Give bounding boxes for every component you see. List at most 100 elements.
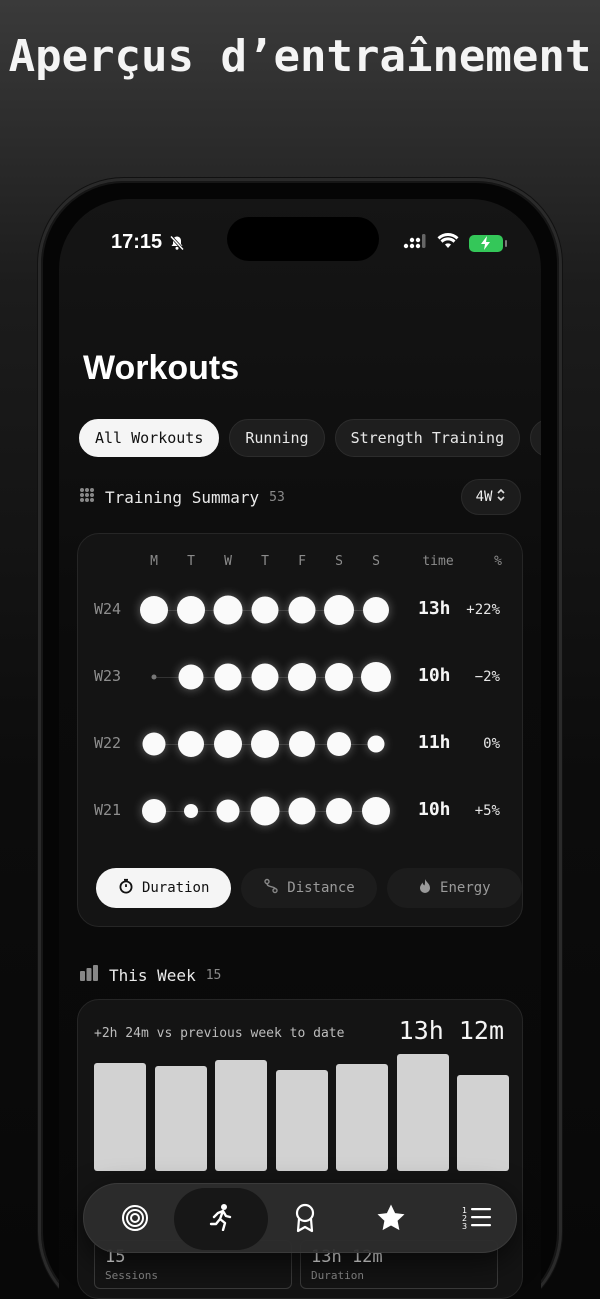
training-summary-card: M T W T F S S time % W24 13h +22% W23 10…	[77, 533, 523, 927]
range-selector[interactable]: 4W	[461, 479, 521, 515]
summary-count: 53	[269, 489, 285, 505]
list-icon: 123	[462, 1205, 492, 1235]
chevron-updown-icon	[496, 488, 506, 506]
tab-list[interactable]: 123	[452, 1195, 502, 1245]
filter-chips: All Workouts Running Strength Training	[79, 419, 541, 457]
timer-icon	[118, 878, 134, 898]
day-head: T	[187, 554, 195, 569]
day-dot	[362, 797, 390, 825]
tab-awards[interactable]	[280, 1195, 330, 1245]
this-week-title: This Week	[109, 965, 196, 985]
day-dot	[327, 732, 351, 756]
day-bar	[154, 1066, 207, 1171]
week-label: W22	[94, 734, 122, 752]
day-dot	[251, 596, 279, 624]
chip-more[interactable]	[530, 419, 541, 457]
day-dot	[214, 730, 242, 758]
metric-duration-button[interactable]: Duration	[96, 868, 232, 908]
status-time: 17:15	[111, 231, 163, 253]
this-week-card: +2h 24m vs previous week to date 13h 12m…	[77, 999, 523, 1299]
day-dot	[361, 662, 391, 692]
metric-label: Energy	[440, 880, 491, 896]
grid-icon	[79, 487, 95, 507]
day-head: M	[150, 554, 158, 569]
day-dot	[325, 663, 353, 691]
this-week-count: 15	[205, 967, 222, 983]
week-pct: +5%	[474, 803, 500, 819]
metric-distance-button[interactable]: Distance	[241, 868, 377, 908]
running-icon	[208, 1203, 234, 1235]
day-dot	[214, 663, 242, 691]
chip-running[interactable]: Running	[229, 419, 325, 457]
day-head: F	[298, 554, 306, 569]
week-pct: +22%	[466, 602, 500, 618]
day-dot	[251, 730, 279, 758]
week-total: 13h 12m	[398, 1016, 504, 1045]
day-dot	[326, 798, 352, 824]
day-dot	[251, 663, 279, 691]
week-label: W23	[94, 667, 122, 685]
day-bar	[457, 1075, 509, 1171]
award-icon	[293, 1203, 317, 1237]
route-icon	[263, 878, 279, 898]
day-dot	[288, 797, 316, 825]
phone-screen: 17:15 Workouts All Workouts Running Stre…	[59, 199, 541, 1299]
training-summary-header: Training Summary 53	[79, 487, 285, 507]
this-week-header: This Week 15	[79, 965, 221, 985]
tab-workouts[interactable]	[174, 1188, 268, 1250]
day-head: T	[261, 554, 269, 569]
week-time: 11h	[418, 732, 451, 753]
day-dot	[213, 595, 243, 625]
day-dot	[140, 596, 168, 624]
dynamic-island	[227, 217, 379, 261]
status-icons	[403, 233, 507, 253]
tab-activity[interactable]	[110, 1195, 160, 1245]
col-time-head: time	[422, 554, 454, 569]
week-label: W21	[94, 801, 122, 819]
battery-icon	[469, 234, 507, 252]
bell-muted-icon	[169, 235, 185, 255]
tab-favorites[interactable]	[366, 1195, 416, 1245]
day-dot	[363, 597, 389, 623]
flame-icon	[418, 878, 432, 898]
day-dot	[324, 595, 354, 625]
day-head: S	[372, 554, 380, 569]
day-dot	[367, 735, 385, 753]
day-head: W	[224, 554, 232, 569]
day-bar	[396, 1054, 449, 1171]
day-dot	[151, 674, 157, 680]
week-pct: −2%	[474, 669, 500, 685]
metric-toggle-group: Duration Distance Energy	[96, 868, 522, 908]
tab-bar: 123	[83, 1183, 517, 1253]
summary-title: Training Summary	[105, 487, 260, 507]
week-time: 10h	[418, 665, 451, 686]
day-dot	[177, 596, 205, 624]
range-value: 4W	[475, 489, 493, 505]
metric-energy-button[interactable]: Energy	[386, 868, 522, 908]
signal-icon	[403, 233, 427, 253]
week-time: 13h	[418, 598, 451, 619]
wifi-icon	[437, 233, 459, 253]
bar-chart-icon	[79, 965, 99, 985]
week-comparison-note: +2h 24m vs previous week to date	[94, 1026, 345, 1041]
page-title: Workouts	[83, 349, 240, 387]
star-icon	[376, 1203, 406, 1237]
day-bar	[94, 1063, 146, 1171]
col-pct-head: %	[494, 554, 502, 569]
day-dot	[178, 664, 204, 690]
stat-label: Sessions	[105, 1269, 158, 1282]
chip-all-workouts[interactable]: All Workouts	[79, 419, 220, 457]
day-bar	[215, 1060, 267, 1171]
stat-label: Duration	[311, 1269, 364, 1282]
day-dot	[216, 799, 240, 823]
day-dot	[288, 663, 316, 691]
day-dot	[142, 732, 166, 756]
day-dot	[142, 799, 166, 823]
day-head: S	[335, 554, 343, 569]
week-label: W24	[94, 600, 122, 618]
week-pct: 0%	[483, 736, 500, 752]
day-bar	[275, 1070, 328, 1171]
day-dot	[250, 796, 280, 826]
chip-strength-training[interactable]: Strength Training	[334, 419, 521, 457]
rings-icon	[121, 1204, 149, 1236]
